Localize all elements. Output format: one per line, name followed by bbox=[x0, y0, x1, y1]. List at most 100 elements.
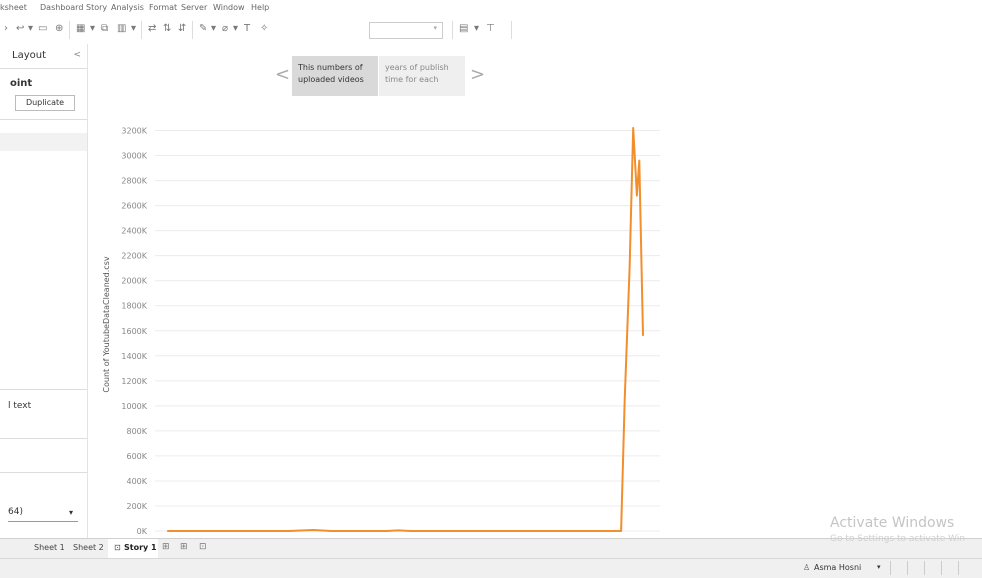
tab-story-1[interactable]: Story 1 bbox=[124, 543, 157, 552]
previous-story-point-icon[interactable]: < bbox=[275, 64, 290, 85]
clear-sheet-icon[interactable]: ▥ bbox=[117, 21, 126, 37]
new-story-point-title: oint bbox=[10, 78, 33, 89]
series-line[interactable] bbox=[167, 127, 644, 532]
menu-help[interactable]: Help bbox=[251, 3, 269, 12]
divider bbox=[0, 68, 87, 69]
user-icon: ♙ bbox=[803, 563, 811, 572]
user-menu-caret-icon[interactable]: ▾ bbox=[877, 563, 881, 571]
clear-caret-icon[interactable]: ▾ bbox=[131, 21, 136, 37]
highlight-icon[interactable]: ✎ bbox=[199, 21, 207, 37]
y-tick-label: 400K bbox=[126, 477, 147, 486]
y-tick-label: 1400K bbox=[121, 352, 147, 361]
new-sheet-icon[interactable]: ▦ bbox=[76, 21, 85, 37]
toolbar-divider bbox=[511, 21, 512, 39]
story-point-2-line1: years of publish bbox=[385, 63, 449, 72]
y-tick-label: 3000K bbox=[121, 152, 147, 161]
story-tab-icon: ⊡ bbox=[114, 543, 121, 552]
y-tick-label: 3200K bbox=[121, 127, 147, 136]
new-story-icon[interactable]: ⊡ bbox=[199, 542, 207, 552]
y-tick-label: 600K bbox=[126, 452, 147, 461]
y-tick-label: 1000K bbox=[121, 402, 147, 411]
menu-worksheet[interactable]: ksheet bbox=[0, 3, 27, 12]
new-dashboard-icon[interactable]: ⊞ bbox=[180, 542, 188, 552]
line-chart: 0K 200K 400K 600K 800K 1000K 1200K 1400K 1600K 18… bbox=[102, 127, 660, 536]
select-underline bbox=[8, 521, 78, 522]
sort-ascending-icon[interactable]: ⇅ bbox=[163, 21, 171, 37]
status-divider bbox=[958, 561, 959, 575]
new-sheet-caret-icon[interactable]: ▾ bbox=[90, 21, 95, 37]
layout-tab-label: Layout bbox=[12, 50, 46, 61]
y-tick-label: 1800K bbox=[121, 302, 147, 311]
story-point-1[interactable]: This numbers of uploaded videos bbox=[292, 56, 378, 96]
menu-window[interactable]: Window bbox=[213, 3, 245, 12]
y-tick-label: 800K bbox=[126, 427, 147, 436]
presentation-mode-icon[interactable]: ⊤ bbox=[486, 21, 495, 37]
tab-sheet-1[interactable]: Sheet 1 bbox=[34, 543, 65, 552]
divider bbox=[0, 119, 87, 120]
toolbar-divider bbox=[69, 21, 70, 39]
toolbar-divider bbox=[141, 21, 142, 39]
story-left-panel: Layout < oint Duplicate l text 64) ▾ bbox=[0, 44, 88, 538]
show-cards-caret-icon[interactable]: ▾ bbox=[474, 21, 479, 37]
menu-dashboard[interactable]: Dashboard bbox=[40, 3, 83, 12]
toolbar: › ↩ ▾ ▭ ⊕ ▦ ▾ ⧉ ▥ ▾ ⇄ ⇅ ⇵ ✎ ▾ ⌀ ▾ T ✧ ▾ … bbox=[0, 16, 982, 44]
drag-to-add-text-label[interactable]: l text bbox=[8, 401, 31, 411]
story-point-2[interactable]: years of publish time for each bbox=[379, 56, 465, 96]
y-tick-label: 1600K bbox=[121, 327, 147, 336]
story-point-1-line1: This numbers of bbox=[298, 63, 363, 72]
toolbar-divider bbox=[192, 21, 193, 39]
next-story-point-icon[interactable]: > bbox=[470, 64, 485, 85]
show-mark-labels-icon[interactable]: T bbox=[244, 21, 250, 37]
fit-dropdown-caret-icon: ▾ bbox=[433, 24, 437, 32]
swap-rows-columns-icon[interactable]: ⇄ bbox=[148, 21, 156, 37]
fit-dropdown[interactable]: ▾ bbox=[369, 22, 443, 39]
y-tick-label: 2000K bbox=[121, 277, 147, 286]
user-name[interactable]: Asma Hosni bbox=[814, 563, 861, 572]
group-members-icon[interactable]: ⌀ bbox=[222, 21, 228, 37]
status-bar: ♙ Asma Hosni ▾ bbox=[0, 558, 982, 578]
y-axis-label: Count of YoutubeDataCleaned.csv bbox=[102, 256, 111, 392]
activate-windows-watermark: Activate Windows bbox=[830, 515, 955, 531]
select-caret-icon[interactable]: ▾ bbox=[69, 508, 73, 517]
menu-server[interactable]: Server bbox=[181, 3, 207, 12]
menu-format[interactable]: Format bbox=[149, 3, 177, 12]
divider bbox=[0, 389, 87, 390]
status-divider bbox=[924, 561, 925, 575]
activate-windows-subtext: Go to Settings to activate Win bbox=[830, 534, 966, 544]
highlight-caret-icon[interactable]: ▾ bbox=[211, 21, 216, 37]
status-divider bbox=[907, 561, 908, 575]
y-tick-label: 1200K bbox=[121, 377, 147, 386]
story-size-select[interactable]: 64) bbox=[8, 507, 23, 517]
status-divider bbox=[941, 561, 942, 575]
y-tick-label: 2400K bbox=[121, 227, 147, 236]
story-point-1-line2: uploaded videos bbox=[298, 75, 364, 84]
save-icon[interactable]: ▭ bbox=[38, 21, 47, 37]
menu-bar: ksheet Dashboard Story Analysis Format S… bbox=[0, 0, 982, 16]
menu-analysis[interactable]: Analysis bbox=[111, 3, 144, 12]
dropdown-caret-icon[interactable]: ▾ bbox=[28, 21, 33, 37]
redo-icon[interactable]: › bbox=[4, 21, 8, 37]
layout-tab[interactable]: Layout < bbox=[0, 48, 87, 66]
status-divider bbox=[890, 561, 891, 575]
selected-sheet-row[interactable] bbox=[0, 133, 87, 151]
y-tick-label: 2200K bbox=[121, 252, 147, 261]
group-caret-icon[interactable]: ▾ bbox=[233, 21, 238, 37]
duplicate-sheet-icon[interactable]: ⧉ bbox=[101, 21, 108, 37]
show-cards-icon[interactable]: ▤ bbox=[459, 21, 468, 37]
new-datasource-icon[interactable]: ⊕ bbox=[55, 21, 63, 37]
new-worksheet-icon[interactable]: ⊞ bbox=[162, 542, 170, 552]
divider bbox=[0, 438, 87, 439]
sort-descending-icon[interactable]: ⇵ bbox=[178, 21, 186, 37]
y-tick-label: 2800K bbox=[121, 177, 147, 186]
menu-story[interactable]: Story bbox=[86, 3, 107, 12]
divider bbox=[0, 472, 87, 473]
story-point-2-line2: time for each bbox=[385, 75, 439, 84]
duplicate-button[interactable]: Duplicate bbox=[15, 95, 75, 111]
collapse-panel-icon[interactable]: < bbox=[73, 50, 81, 60]
toolbar-divider bbox=[452, 21, 453, 39]
undo-history-icon[interactable]: ↩ bbox=[16, 21, 24, 37]
y-tick-label: 0K bbox=[137, 527, 148, 536]
y-tick-label: 200K bbox=[126, 502, 147, 511]
fix-axes-icon[interactable]: ✧ bbox=[260, 21, 268, 37]
tab-sheet-2[interactable]: Sheet 2 bbox=[73, 543, 104, 552]
